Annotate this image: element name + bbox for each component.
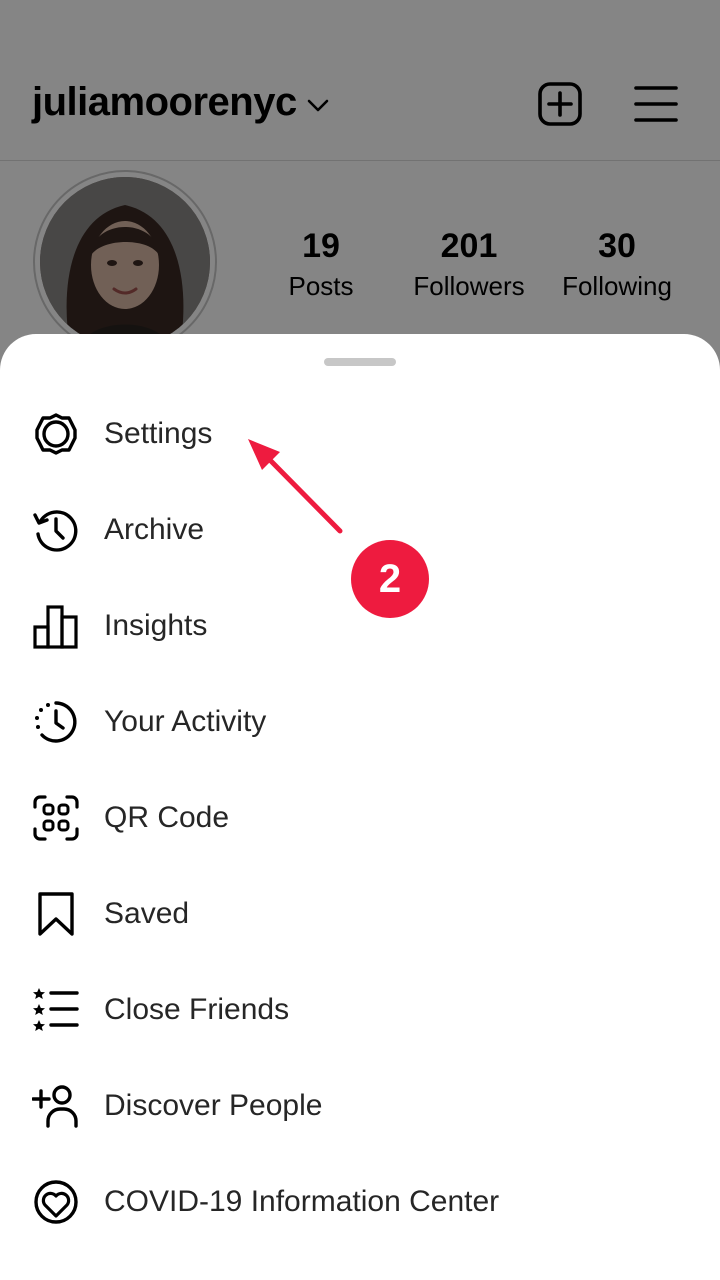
bottom-sheet-menu: Settings Archive Insights Your Activity …	[0, 334, 720, 1280]
menu-item-label: Saved	[104, 897, 190, 930]
menu-item-label: QR Code	[104, 801, 230, 834]
menu-item-qr-code[interactable]: QR Code	[0, 770, 720, 866]
menu-item-label: Insights	[104, 609, 208, 642]
insights-bar-chart-icon	[32, 602, 80, 650]
archive-history-icon	[32, 506, 80, 554]
add-person-icon	[32, 1082, 80, 1130]
menu-item-label: Archive	[104, 513, 205, 546]
qr-code-icon	[32, 794, 80, 842]
menu-item-saved[interactable]: Saved	[0, 866, 720, 962]
bookmark-icon	[32, 890, 80, 938]
heart-circle-icon	[32, 1178, 80, 1226]
activity-clock-icon	[32, 698, 80, 746]
settings-gear-icon	[32, 410, 80, 458]
menu-item-discover-people[interactable]: Discover People	[0, 1058, 720, 1154]
menu-item-label: Close Friends	[104, 993, 290, 1026]
menu-item-label: Your Activity	[104, 705, 267, 738]
menu-item-label: Discover People	[104, 1089, 323, 1122]
close-friends-list-icon	[32, 986, 80, 1034]
menu-item-your-activity[interactable]: Your Activity	[0, 674, 720, 770]
menu-item-label: Settings	[104, 417, 213, 450]
menu-item-label: COVID-19 Information Center	[104, 1185, 500, 1218]
menu-item-close-friends[interactable]: Close Friends	[0, 962, 720, 1058]
menu-item-settings[interactable]: Settings	[0, 386, 720, 482]
sheet-grabber[interactable]	[324, 358, 396, 366]
step-number-badge: 2	[351, 540, 429, 618]
menu-item-covid-info-center[interactable]: COVID-19 Information Center	[0, 1154, 720, 1250]
